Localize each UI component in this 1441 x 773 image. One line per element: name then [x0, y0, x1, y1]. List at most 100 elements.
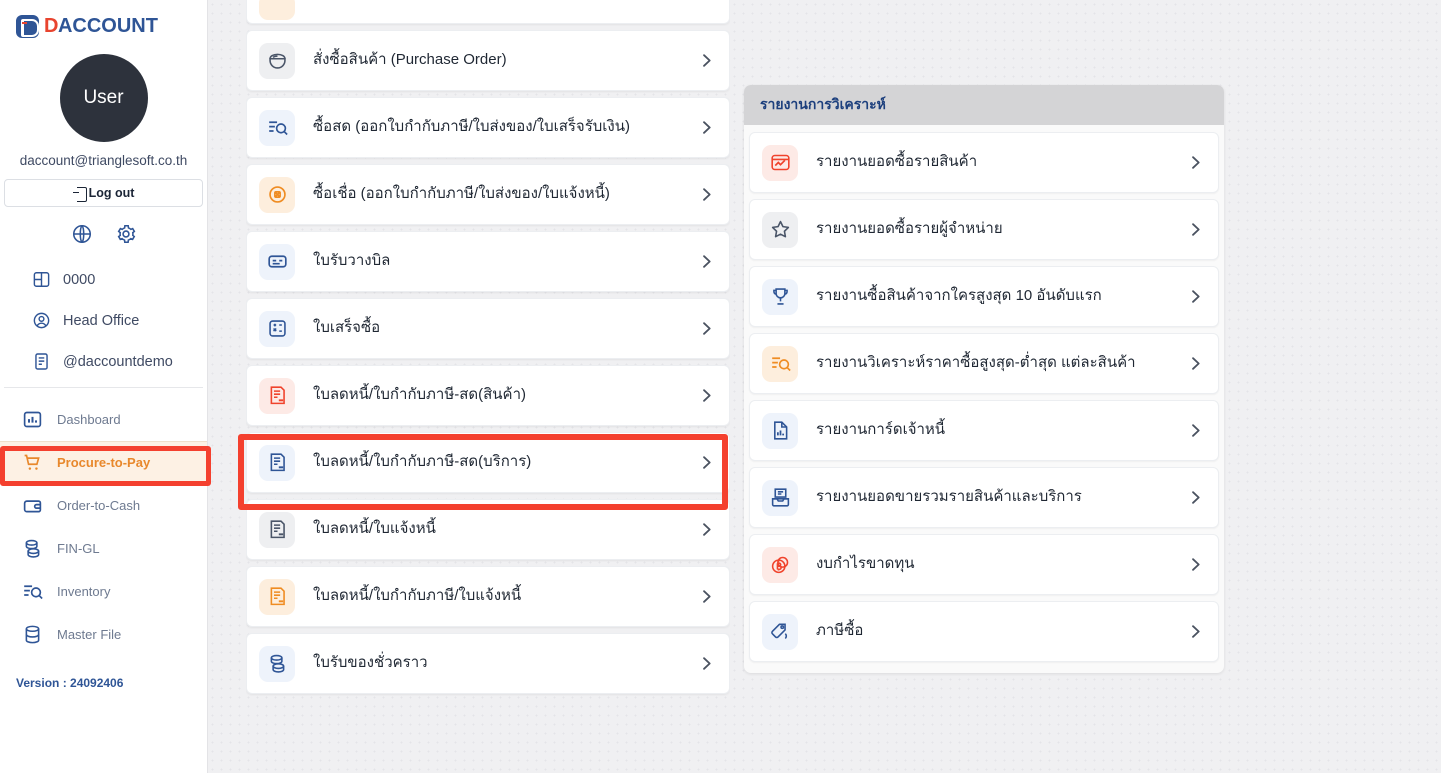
- chevron-right-icon[interactable]: [1187, 154, 1204, 171]
- sidebar-item-label: Inventory: [57, 584, 111, 599]
- list-item-credit-note-tax-invoice[interactable]: ใบลดหนี้/ใบกำกับภาษี/ใบแจ้งหนี้: [246, 566, 730, 627]
- bowl-icon: [259, 42, 295, 79]
- report-item-total-sales[interactable]: รายงานยอดขายรวมรายสินค้าและบริการ: [749, 467, 1219, 528]
- sidebar-info-label: Head Office: [63, 312, 140, 329]
- sidebar-item-inventory[interactable]: Inventory: [0, 570, 207, 613]
- report-item-purchase-tax[interactable]: ภาษีซื้อ: [749, 601, 1219, 662]
- chevron-right-icon[interactable]: [1187, 288, 1204, 305]
- chevron-right-icon[interactable]: [1187, 489, 1204, 506]
- chevron-right-icon[interactable]: [698, 521, 715, 538]
- brand-wordmark: D ACCOUNT: [44, 15, 158, 38]
- trophy-icon: [762, 278, 798, 315]
- chevron-right-icon[interactable]: [1187, 422, 1204, 439]
- user-email: daccount@trianglesoft.co.th: [19, 153, 188, 168]
- sidebar-item-dashboard[interactable]: Dashboard: [0, 398, 207, 441]
- logout-icon: [72, 186, 87, 202]
- list-item-purchase-order[interactable]: สั่งซื้อสินค้า (Purchase Order): [246, 30, 730, 91]
- report-item-creditor-card[interactable]: รายงานการ์ดเจ้าหนี้: [749, 400, 1219, 461]
- report-item-top-10-suppliers[interactable]: รายงานซื้อสินค้าจากใครสูงสุด 10 อันดับแร…: [749, 266, 1219, 327]
- list-item-label: ซื้อเชื่อ (ออกใบกำกับภาษี/ใบส่งของ/ใบแจ้…: [313, 185, 610, 203]
- list-item-temporary-receipt[interactable]: ใบรับของชั่วคราว: [246, 633, 730, 694]
- chevron-right-icon[interactable]: [1187, 556, 1204, 573]
- bar-chart-icon: [22, 409, 43, 430]
- layout-panel-icon: [32, 270, 51, 289]
- main-content: สั่งซื้อสินค้า (Purchase Order) ซื้อสด (…: [208, 0, 1441, 773]
- brand-logo[interactable]: D ACCOUNT: [0, 0, 207, 40]
- receipt-calc-icon: [259, 310, 295, 347]
- sidebar-item-label: Order-to-Cash: [57, 498, 141, 513]
- chevron-right-icon[interactable]: [1187, 355, 1204, 372]
- credit-note-icon: [259, 444, 295, 481]
- chevron-right-icon[interactable]: [698, 119, 715, 136]
- chevron-right-icon[interactable]: [698, 588, 715, 605]
- wallet-icon: [22, 495, 43, 516]
- sidebar-info-item-head-office[interactable]: Head Office: [0, 300, 207, 341]
- chevron-right-icon[interactable]: [698, 253, 715, 270]
- sidebar-item-label: Dashboard: [57, 412, 121, 427]
- user-circle-icon: [32, 311, 51, 330]
- credit-note-icon: [259, 578, 295, 615]
- list-search-icon: [762, 345, 798, 382]
- list-item-label: ซื้อสด (ออกใบกำกับภาษี/ใบส่งของ/ใบเสร็จร…: [313, 118, 630, 136]
- chevron-right-icon[interactable]: [698, 186, 715, 203]
- chevron-right-icon[interactable]: [698, 454, 715, 471]
- sidebar-item-label: FIN-GL: [57, 541, 100, 556]
- sidebar-info-item-daccountdemo[interactable]: @daccountdemo: [0, 341, 207, 382]
- report-item-label: ภาษีซื้อ: [816, 622, 864, 640]
- report-item-label: รายงานการ์ดเจ้าหนี้: [816, 421, 946, 439]
- list-item-label: สั่งซื้อสินค้า (Purchase Order): [313, 51, 507, 69]
- avatar[interactable]: User: [59, 54, 148, 142]
- version-label: Version : 24092406: [16, 676, 124, 690]
- daccount-logo-icon: [16, 14, 39, 38]
- sidebar-item-master-file[interactable]: Master File: [0, 613, 207, 656]
- report-item-profit-loss[interactable]: งบกำไรขาดทุน: [749, 534, 1219, 595]
- sidebar: D ACCOUNT User daccount@trianglesoft.co.…: [0, 0, 208, 773]
- list-item-credit-purchase[interactable]: ซื้อเชื่อ (ออกใบกำกับภาษี/ใบส่งของ/ใบแจ้…: [246, 164, 730, 225]
- chevron-right-icon[interactable]: [698, 52, 715, 69]
- analysis-reports-panel: รายงานการวิเคราะห์ รายงานยอดซื้อรายสินค้…: [744, 85, 1224, 673]
- application-root: D ACCOUNT User daccount@trianglesoft.co.…: [0, 0, 1441, 773]
- report-item-label: รายงานยอดซื้อรายสินค้า: [816, 153, 978, 171]
- chevron-right-icon[interactable]: [1187, 221, 1204, 238]
- report-item-price-analysis[interactable]: รายงานวิเคราะห์ราคาซื้อสูงสุด-ต่ำสุด แต่…: [749, 333, 1219, 394]
- logout-button[interactable]: Log out: [4, 179, 203, 207]
- credit-badge-icon: [259, 176, 295, 213]
- settings-gear-icon[interactable]: [115, 223, 137, 245]
- sidebar-item-fin-gl[interactable]: FIN-GL: [0, 527, 207, 570]
- report-item-label: รายงานยอดซื้อรายผู้จำหน่าย: [816, 220, 1003, 238]
- list-search-icon: [259, 109, 295, 146]
- chevron-right-icon[interactable]: [1187, 623, 1204, 640]
- report-item-label: รายงานยอดขายรวมรายสินค้าและบริการ: [816, 488, 1082, 506]
- report-item-label: รายงานซื้อสินค้าจากใครสูงสุด 10 อันดับแร…: [816, 287, 1102, 305]
- sidebar-item-procure-to-pay[interactable]: Procure-to-Pay: [0, 441, 207, 484]
- list-item-credit-note-goods[interactable]: ใบลดหนี้/ใบกำกับภาษี-สด(สินค้า): [246, 365, 730, 426]
- list-item-cash-purchase[interactable]: ซื้อสด (ออกใบกำกับภาษี/ใบส่งของ/ใบเสร็จร…: [246, 97, 730, 158]
- doc-chart-icon: [762, 412, 798, 449]
- list-item[interactable]: [246, 0, 730, 24]
- star-icon: [762, 211, 798, 248]
- chevron-right-icon[interactable]: [698, 655, 715, 672]
- sidebar-item-label: Master File: [57, 627, 122, 642]
- baht-coin-icon: [762, 546, 798, 583]
- sidebar-tools: [0, 223, 207, 245]
- report-item-purchase-by-product[interactable]: รายงานยอดซื้อรายสินค้า: [749, 132, 1219, 193]
- chart-window-icon: [762, 144, 798, 181]
- list-item-billing-receipt[interactable]: ใบรับวางบิล: [246, 231, 730, 292]
- list-item-purchase-receipt[interactable]: ใบเสร็จซื้อ: [246, 298, 730, 359]
- language-globe-icon[interactable]: [71, 223, 93, 245]
- list-item-label: ใบเสร็จซื้อ: [313, 319, 381, 337]
- sidebar-item-order-to-cash[interactable]: Order-to-Cash: [0, 484, 207, 527]
- chevron-right-icon[interactable]: [698, 320, 715, 337]
- sidebar-info-item-0000[interactable]: 0000: [0, 259, 207, 300]
- list-item-credit-note-invoice[interactable]: ใบลดหนี้/ใบแจ้งหนี้: [246, 499, 730, 560]
- bill-card-icon: [259, 243, 295, 280]
- sidebar-item-label: Procure-to-Pay: [57, 455, 151, 470]
- sidebar-info-label: 0000: [63, 271, 96, 288]
- transactions-list: สั่งซื้อสินค้า (Purchase Order) ซื้อสด (…: [246, 0, 730, 773]
- list-item-label: ใบรับของชั่วคราว: [313, 654, 428, 672]
- chevron-right-icon[interactable]: [698, 387, 715, 404]
- credit-note-icon: [259, 377, 295, 414]
- list-item-credit-note-service[interactable]: ใบลดหนี้/ใบกำกับภาษี-สด(บริการ): [246, 432, 730, 493]
- report-item-purchase-by-vendor[interactable]: รายงานยอดซื้อรายผู้จำหน่าย: [749, 199, 1219, 260]
- list-item-label: ใบลดหนี้/ใบกำกับภาษี-สด(บริการ): [313, 453, 532, 471]
